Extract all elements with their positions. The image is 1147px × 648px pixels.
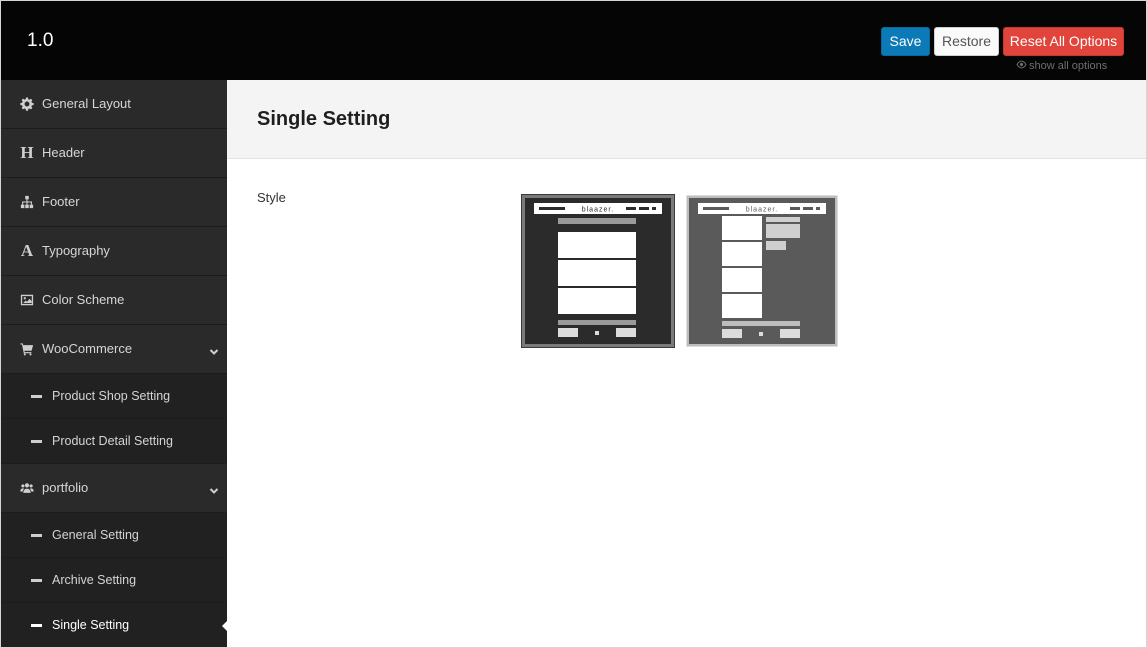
sidebar-item-label: Footer bbox=[42, 194, 80, 209]
thumbnail-brand: blaazer. bbox=[582, 207, 615, 214]
heading-icon: H bbox=[20, 143, 34, 162]
sidebar-item-label: WooCommerce bbox=[42, 341, 133, 356]
sidebar-item-label: General Layout bbox=[42, 96, 131, 111]
gear-icon bbox=[19, 96, 35, 112]
font-icon: A bbox=[20, 241, 34, 260]
active-indicator bbox=[222, 621, 227, 631]
style-field-label: Style bbox=[257, 190, 286, 205]
sidebar-item-product-detail-setting[interactable]: Product Detail Setting bbox=[1, 419, 227, 464]
sidebar-item-general-setting[interactable]: General Setting bbox=[1, 513, 227, 558]
sidebar-item-label: Typography bbox=[42, 243, 110, 258]
cart-icon bbox=[19, 341, 35, 357]
dash-icon bbox=[31, 440, 42, 443]
show-all-options-label: show all options bbox=[1029, 60, 1108, 72]
users-icon bbox=[19, 480, 35, 496]
sidebar-item-label: Archive Setting bbox=[52, 573, 137, 587]
style-option-layout-1[interactable]: blaazer. bbox=[521, 194, 675, 348]
sidebar-item-label: portfolio bbox=[42, 480, 89, 495]
sidebar-item-label: General Setting bbox=[52, 528, 139, 542]
style-option-layout-2[interactable]: blaazer. bbox=[685, 194, 839, 348]
version-label: 1.0 bbox=[27, 30, 54, 51]
restore-button[interactable]: Restore bbox=[934, 27, 999, 56]
sidebar-item-typography[interactable]: A Typography bbox=[1, 227, 227, 276]
sidebar-item-product-shop-setting[interactable]: Product Shop Setting bbox=[1, 374, 227, 419]
section-header: Single Setting bbox=[227, 80, 1146, 159]
sidebar-item-single-setting[interactable]: Single Setting bbox=[1, 603, 227, 647]
sidebar-item-woocommerce[interactable]: WooCommerce bbox=[1, 325, 227, 374]
sidebar-item-archive-setting[interactable]: Archive Setting bbox=[1, 558, 227, 603]
reset-all-options-button[interactable]: Reset All Options bbox=[1003, 27, 1124, 56]
dash-icon bbox=[31, 624, 42, 627]
sidebar-item-label: Product Detail Setting bbox=[52, 434, 173, 448]
dash-icon bbox=[31, 579, 42, 582]
chevron-down-icon[interactable] bbox=[209, 344, 219, 355]
thumbnail-brand: blaazer. bbox=[746, 207, 779, 214]
dash-icon bbox=[31, 395, 42, 398]
top-bar: 1.0 Save Restore Reset All Options show … bbox=[1, 1, 1146, 80]
sidebar-item-label: Single Setting bbox=[52, 618, 130, 632]
show-all-options-link[interactable]: show all options bbox=[1016, 59, 1107, 72]
sidebar-item-label: Header bbox=[42, 145, 85, 160]
sidebar-item-label: Color Scheme bbox=[42, 292, 125, 307]
page-title: Single Setting bbox=[257, 108, 391, 130]
sidebar-item-portfolio[interactable]: portfolio bbox=[1, 464, 227, 513]
sidebar: General Layout H Header Footer A Typogra… bbox=[1, 80, 227, 647]
layout-1-thumbnail: blaazer. bbox=[521, 194, 675, 348]
sidebar-item-color-scheme[interactable]: Color Scheme bbox=[1, 276, 227, 325]
save-button[interactable]: Save bbox=[881, 27, 930, 56]
sidebar-item-general-layout[interactable]: General Layout bbox=[1, 80, 227, 129]
sidebar-item-label: Product Shop Setting bbox=[52, 389, 171, 403]
options-panel: 1.0 Save Restore Reset All Options show … bbox=[0, 0, 1147, 648]
sidebar-item-footer[interactable]: Footer bbox=[1, 178, 227, 227]
sidebar-item-header[interactable]: H Header bbox=[1, 129, 227, 178]
sitemap-icon bbox=[19, 194, 35, 210]
eye-icon bbox=[1016, 60, 1027, 69]
image-icon bbox=[19, 292, 35, 308]
dash-icon bbox=[31, 534, 42, 537]
chevron-down-icon[interactable] bbox=[209, 483, 219, 494]
layout-2-thumbnail: blaazer. bbox=[686, 195, 838, 347]
